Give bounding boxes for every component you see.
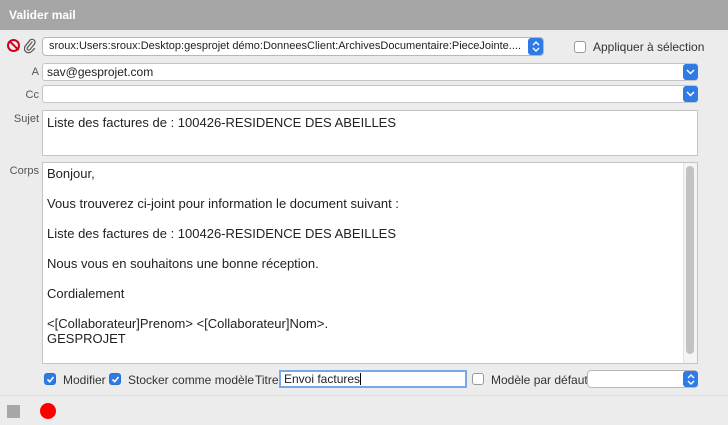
body-line bbox=[47, 211, 693, 226]
default-template-checkbox[interactable] bbox=[472, 373, 484, 385]
body-line bbox=[47, 271, 693, 286]
apply-selection-label: Appliquer à sélection bbox=[593, 40, 705, 54]
body-line: <[Collaborateur]Prenom> <[Collaborateur]… bbox=[47, 316, 329, 331]
body-text: Bonjour, Vous trouverez ci-joint pour inf… bbox=[47, 166, 693, 346]
title-input[interactable]: Envoi factures bbox=[279, 370, 467, 388]
remove-attachment-icon[interactable] bbox=[7, 39, 20, 52]
window-title: Valider mail bbox=[0, 0, 728, 30]
body-label: Corps bbox=[9, 165, 39, 177]
body-line: Cordialement bbox=[47, 286, 125, 301]
to-input[interactable]: sav@gesprojet.com bbox=[42, 63, 698, 81]
modify-label: Modifier bbox=[63, 373, 106, 387]
modify-checkbox[interactable] bbox=[44, 373, 56, 385]
to-value: sav@gesprojet.com bbox=[47, 65, 154, 79]
to-label: A bbox=[31, 66, 39, 78]
to-dropdown-chevron-icon[interactable] bbox=[683, 64, 698, 80]
body-line: Liste des factures de : 100426-RESIDENCE… bbox=[47, 226, 397, 241]
store-template-checkbox[interactable] bbox=[109, 373, 121, 385]
body-line: Vous trouverez ci-joint pour information… bbox=[47, 196, 399, 211]
subject-input[interactable]: Liste des factures de : 100426-RESIDENCE… bbox=[42, 110, 698, 156]
body-line bbox=[47, 301, 693, 316]
record-button[interactable] bbox=[40, 403, 56, 419]
body-line: Nous vous en souhaitons une bonne récept… bbox=[47, 256, 319, 271]
template-select[interactable] bbox=[587, 370, 698, 388]
text-caret bbox=[360, 373, 362, 385]
subject-value: Liste des factures de : 100426-RESIDENCE… bbox=[47, 115, 397, 130]
title-value: Envoi factures bbox=[284, 372, 361, 386]
cc-input[interactable] bbox=[42, 85, 698, 103]
attachment-select-stepper-icon[interactable] bbox=[528, 38, 543, 55]
store-template-label: Stocker comme modèle bbox=[128, 373, 255, 387]
attachment-path-value: sroux:Users:sroux:Desktop:gesprojet démo… bbox=[49, 40, 521, 52]
body-line: Bonjour, bbox=[47, 166, 95, 181]
body-line: GESPROJET bbox=[47, 331, 126, 346]
bottom-toolbar bbox=[0, 395, 728, 425]
cc-dropdown-chevron-icon[interactable] bbox=[683, 86, 698, 102]
default-template-label: Modèle par défaut bbox=[491, 373, 588, 387]
cc-label: Cc bbox=[25, 89, 39, 101]
paperclip-icon bbox=[23, 38, 36, 54]
body-scrollbar-thumb[interactable] bbox=[686, 166, 694, 354]
attachment-path-select[interactable]: sroux:Users:sroux:Desktop:gesprojet démo… bbox=[42, 37, 544, 56]
body-textarea[interactable]: Bonjour, Vous trouverez ci-joint pour inf… bbox=[42, 162, 698, 364]
stop-button[interactable] bbox=[7, 405, 20, 418]
body-scrollbar[interactable] bbox=[683, 163, 697, 363]
subject-label: Sujet bbox=[13, 113, 39, 125]
apply-selection-checkbox[interactable] bbox=[574, 41, 586, 53]
title-label: Titre bbox=[255, 373, 279, 387]
template-select-stepper-icon[interactable] bbox=[683, 371, 698, 387]
body-line bbox=[47, 241, 693, 256]
body-line bbox=[47, 181, 693, 196]
